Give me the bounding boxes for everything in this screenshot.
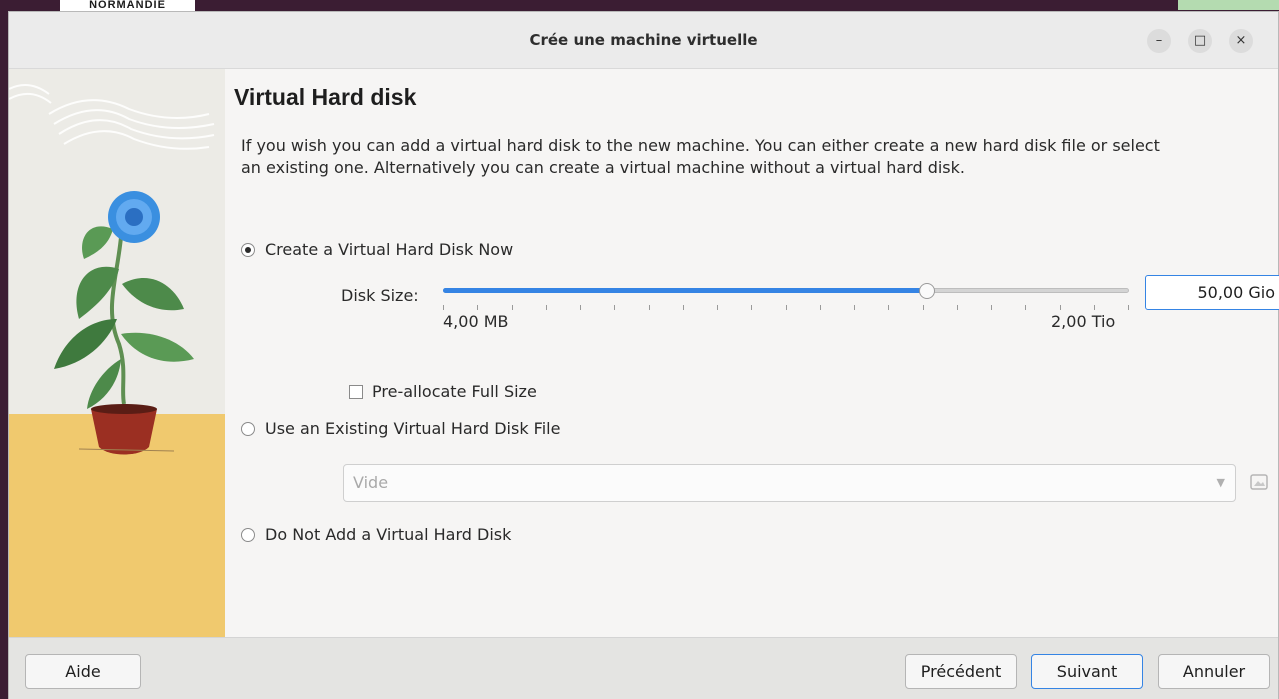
title-bar: Crée une machine virtuelle – □ × [9,12,1278,69]
help-button[interactable]: Aide [25,654,141,689]
page-description: If you wish you can add a virtual hard d… [241,136,1160,177]
disk-size-label: Disk Size: [341,286,419,305]
wizard-content: Virtual Hard disk If you wish you can ad… [225,69,1279,637]
previous-button[interactable]: Précédent [905,654,1017,689]
radio-create-now[interactable] [241,242,255,257]
slider-tick [717,305,718,310]
close-icon[interactable]: × [1229,29,1253,53]
slider-tick [923,305,924,310]
slider-tick [443,305,444,310]
slider-tick [580,305,581,310]
option-create-disk-now-label: Create a Virtual Hard Disk Now [265,240,514,259]
radio-do-not-add[interactable] [241,527,255,542]
option-use-existing[interactable]: Use an Existing Virtual Hard Disk File [241,419,560,438]
option-use-existing-label: Use an Existing Virtual Hard Disk File [265,419,561,438]
disk-size-slider[interactable] [443,283,1129,313]
plant-illustration [9,69,225,637]
window-title: Crée une machine virtuelle [529,31,758,49]
slider-tick [854,305,855,310]
background-window-fragment [1178,0,1279,10]
wizard-illustration [9,69,225,637]
slider-tick [1060,305,1061,310]
slider-tick [1128,305,1129,310]
radio-use-existing[interactable] [241,421,255,436]
slider-tick [991,305,992,310]
next-button[interactable]: Suivant [1031,654,1143,689]
slider-tick [957,305,958,310]
slider-max-label: 2,00 Tio [1051,312,1116,331]
slider-tick [751,305,752,310]
slider-tick [546,305,547,310]
preallocate-label: Pre-allocate Full Size [372,382,537,401]
option-do-not-add[interactable]: Do Not Add a Virtual Hard Disk [241,525,511,544]
slider-tick [683,305,684,310]
slider-tick [614,305,615,310]
slider-handle[interactable] [919,283,935,299]
maximize-icon[interactable]: □ [1188,29,1212,53]
folder-icon[interactable] [1249,472,1269,492]
option-do-not-add-label: Do Not Add a Virtual Hard Disk [265,525,512,544]
slider-tick [477,305,478,310]
slider-tick [820,305,821,310]
preallocate-checkbox[interactable] [349,384,363,399]
slider-min-label: 4,00 MB [443,312,509,331]
slider-tick [1025,305,1026,310]
page-title: Virtual Hard disk [234,84,417,110]
existing-disk-select[interactable]: Vide ▼ [343,464,1236,502]
chevron-down-icon: ▼ [1216,476,1225,489]
minimize-icon[interactable]: – [1147,29,1171,53]
slider-tick [1094,305,1095,310]
slider-tick [786,305,787,310]
existing-disk-select-value: Vide [353,473,389,492]
background-logo: NORMANDIE [60,0,195,11]
slider-tick [888,305,889,310]
dialog-window: Crée une machine virtuelle – □ × Virtual… [8,11,1279,699]
slider-fill [443,288,927,293]
button-bar: Aide Précédent Suivant Annuler [9,637,1278,699]
preallocate-option[interactable]: Pre-allocate Full Size [349,382,537,401]
slider-tick [649,305,650,310]
slider-tick [512,305,513,310]
option-create-disk-now[interactable]: Create a Virtual Hard Disk Now [241,240,513,259]
disk-size-input[interactable]: 50,00 Gio [1145,275,1279,310]
cancel-button[interactable]: Annuler [1158,654,1270,689]
